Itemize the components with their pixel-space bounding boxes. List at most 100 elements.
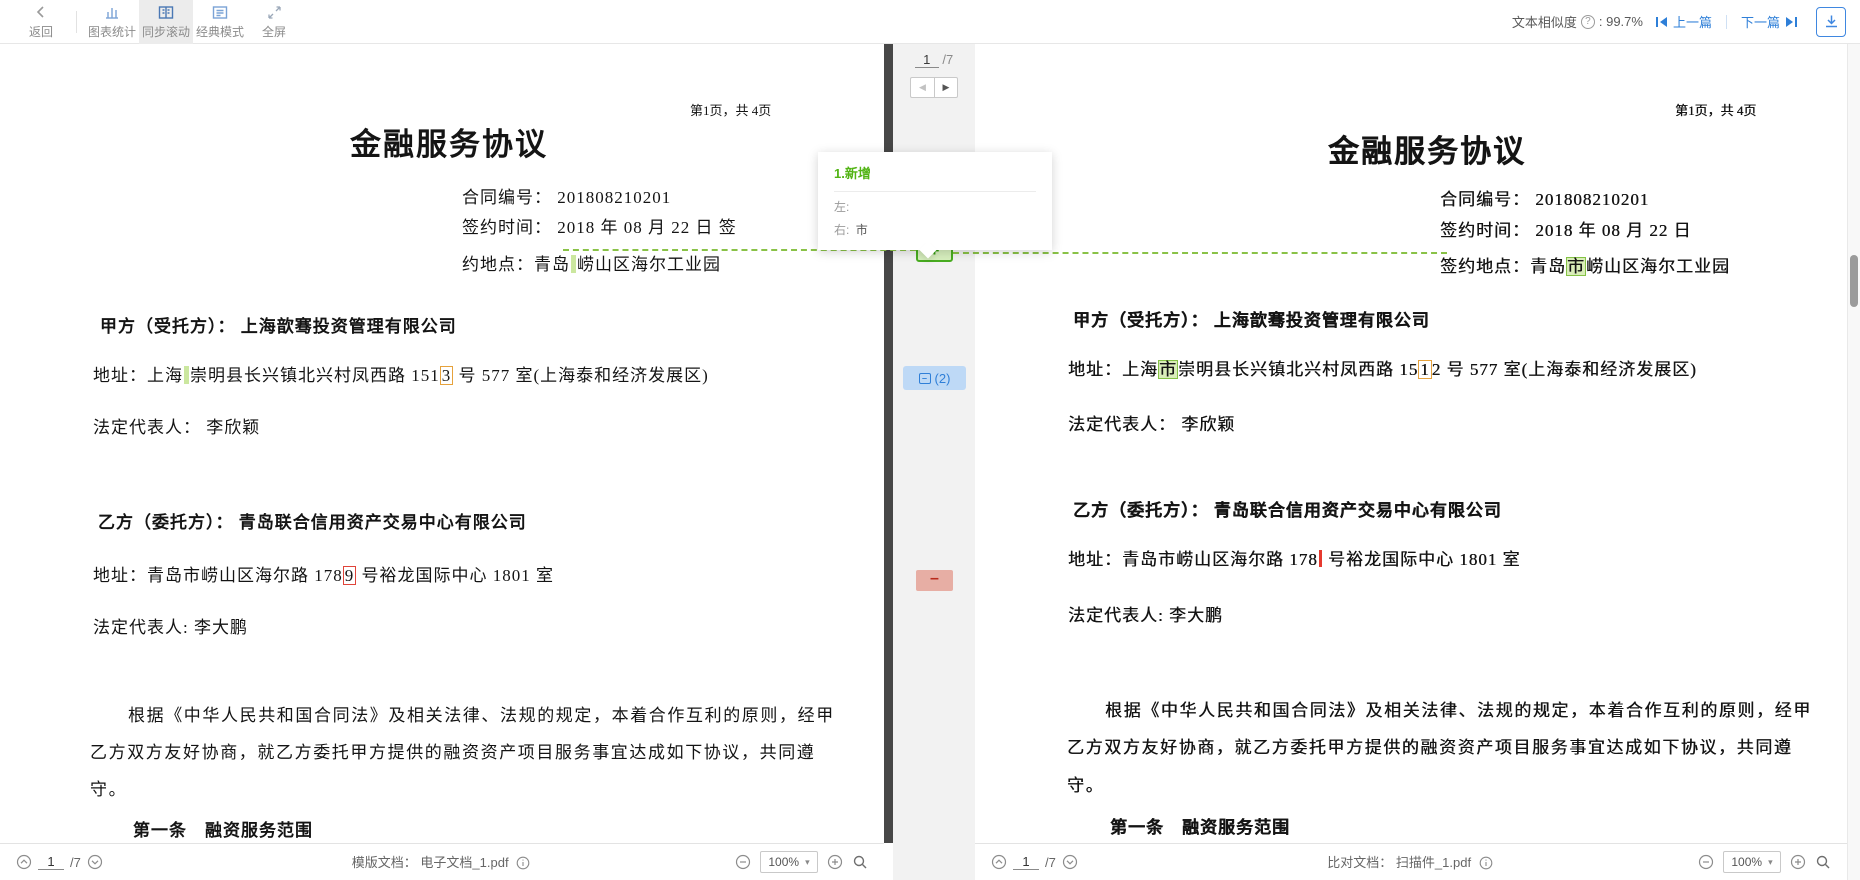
- left-legal-rep-b: 法定代表人: 李大鹏: [93, 613, 248, 638]
- page-down-icon[interactable]: [87, 854, 103, 870]
- right-legal-rep-b: 法定代表人: 李大鹏: [1068, 601, 1223, 626]
- window-scrollbar-thumb[interactable]: [1850, 255, 1858, 307]
- similarity-label: 文本相似度: [1512, 12, 1577, 31]
- left-contract-number: 合同编号： 201808210201: [462, 183, 671, 208]
- prev-doc-button[interactable]: 上一篇: [1655, 12, 1712, 31]
- skip-previous-icon: [1655, 16, 1668, 28]
- left-party-a: 甲方（受托方）： 上海歆骞投资管理有限公司: [100, 312, 457, 337]
- gutter-page-buttons: ◀ ▶: [910, 77, 958, 98]
- chevron-down-icon: ▾: [1768, 857, 1773, 868]
- magnifier-icon[interactable]: [1815, 854, 1831, 870]
- right-sign-date: 签约时间： 2018 年 08 月 22 日: [1440, 216, 1692, 241]
- page-down-icon[interactable]: [1062, 854, 1078, 870]
- right-page-info: 第1页，共 4页: [1675, 100, 1756, 119]
- toolbar-right-group: 文本相似度 ? : 99.7% 上一篇 下一篇: [1512, 7, 1846, 37]
- download-button[interactable]: [1816, 7, 1846, 37]
- modify-count: (2): [935, 371, 951, 386]
- modify-box-icon: –: [919, 373, 931, 384]
- help-question-icon[interactable]: ?: [1581, 15, 1595, 29]
- diff-delete-marker[interactable]: –: [916, 570, 953, 591]
- nav-separator: [1726, 15, 1727, 29]
- diff-tooltip-left-row: 左:: [834, 198, 1036, 215]
- similarity-indicator: 文本相似度 ? : 99.7%: [1512, 12, 1643, 31]
- bar-chart-icon: [104, 4, 120, 21]
- right-page-total: /7: [1045, 855, 1056, 870]
- diff-tooltip: 1.新增 左: 右: 市: [818, 152, 1052, 250]
- gutter-next-button[interactable]: ▶: [934, 77, 958, 98]
- chart-stats-button[interactable]: 图表统计: [85, 0, 139, 44]
- right-paragraph-line3: 守。: [1067, 771, 1104, 796]
- zoom-in-icon[interactable]: [827, 854, 843, 870]
- left-sign-date: 签约时间： 2018 年 08 月 22 日 签: [462, 213, 737, 238]
- skip-next-icon: [1785, 16, 1798, 28]
- right-address-a: 地址：上海市崇明县长兴镇北兴村凤西路 1512 号 577 室(上海泰和经济发展…: [1068, 355, 1697, 380]
- tooltip-right-label: 右:: [834, 223, 849, 237]
- right-party-a: 甲方（受托方）： 上海歆骞投资管理有限公司: [1073, 306, 1430, 331]
- gutter-page-input[interactable]: 1: [915, 52, 939, 68]
- left-address-b: 地址：青岛市崂山区海尔路 1789 号裕龙国际中心 1801 室: [93, 561, 554, 586]
- left-document-pane[interactable]: 第1页，共 4页 金融服务协议 合同编号： 201808210201 签约时间：…: [0, 44, 884, 843]
- left-section-heading: 第一条 融资服务范围: [133, 816, 313, 841]
- gutter-prev-button[interactable]: ◀: [910, 77, 934, 98]
- gutter-pager: 1 /7: [893, 52, 975, 68]
- list-mode-icon: [212, 4, 228, 21]
- sync-scroll-icon: [158, 4, 174, 21]
- left-paragraph-line1: 根据《中华人民共和国合同法》及相关法律、法规的规定，本着合作互利的原则，经甲: [128, 701, 835, 726]
- zoom-out-icon[interactable]: [1698, 854, 1714, 870]
- right-zoom-controls: 100% ▾: [1698, 851, 1831, 873]
- window-scrollbar[interactable]: [1847, 44, 1860, 880]
- compare-app: 返回 图表统计 同步滚动 经典模式: [0, 0, 1860, 880]
- tooltip-right-value: 市: [856, 223, 868, 237]
- right-doc-title: 金融服务协议: [1328, 126, 1526, 171]
- left-zoom-controls: 100% ▾: [735, 851, 868, 873]
- page-up-icon[interactable]: [16, 854, 32, 870]
- left-page-total: /7: [70, 855, 81, 870]
- zoom-in-icon[interactable]: [1790, 854, 1806, 870]
- classic-mode-label: 经典模式: [196, 23, 244, 40]
- next-doc-button[interactable]: 下一篇: [1741, 12, 1798, 31]
- chart-stats-label: 图表统计: [88, 23, 136, 40]
- diff-modify-marker[interactable]: – (2): [903, 366, 966, 390]
- right-address-b: 地址：青岛市崂山区海尔路 178 号裕龙国际中心 1801 室: [1068, 545, 1521, 570]
- toolbar-left-group: 返回 图表统计 同步滚动 经典模式: [14, 0, 301, 44]
- top-toolbar: 返回 图表统计 同步滚动 经典模式: [0, 0, 1860, 44]
- back-chevron-icon: [34, 4, 48, 21]
- diff-connector-line-right: [953, 252, 1447, 254]
- right-page-input[interactable]: 1: [1013, 854, 1039, 870]
- left-doc-file-name: 电子文档_1.pdf: [420, 855, 508, 870]
- right-party-b: 乙方（委托方）： 青岛联合信用资产交易中心有限公司: [1073, 496, 1502, 521]
- right-document-pane[interactable]: 第1页，共 4页 金融服务协议 合同编号： 201808210201 签约时间：…: [975, 44, 1847, 843]
- fullscreen-icon: [267, 4, 282, 21]
- back-button[interactable]: 返回: [14, 0, 68, 44]
- left-party-b: 乙方（委托方）： 青岛联合信用资产交易中心有限公司: [98, 508, 527, 533]
- fullscreen-label: 全屏: [262, 23, 286, 40]
- left-page-input[interactable]: 1: [38, 854, 64, 870]
- fullscreen-button[interactable]: 全屏: [247, 0, 301, 44]
- right-section-heading: 第一条 融资服务范围: [1110, 813, 1290, 838]
- gutter-page-total: /7: [942, 52, 953, 67]
- left-footer-bar: 1 /7 模版文档： 电子文档_1.pdf 100% ▾: [0, 843, 884, 880]
- left-sign-place: 约地点：青岛崂山区海尔工业园: [462, 250, 721, 275]
- right-paragraph-line1: 根据《中华人民共和国合同法》及相关法律、法规的规定，本着合作互利的原则，经甲: [1105, 696, 1812, 721]
- left-paragraph-line2: 乙方双方友好协商，就乙方委托甲方提供的融资资产项目服务事宜达成如下协议，共同遵: [90, 738, 815, 763]
- left-zoom-value: 100%: [768, 855, 799, 869]
- similarity-value: : 99.7%: [1599, 14, 1643, 29]
- right-contract-number: 合同编号： 201808210201: [1440, 185, 1649, 210]
- sync-scroll-button[interactable]: 同步滚动: [139, 0, 193, 44]
- magnifier-icon[interactable]: [852, 854, 868, 870]
- left-footer-pager: 1 /7: [16, 854, 103, 870]
- sync-scroll-label: 同步滚动: [142, 23, 190, 40]
- right-paragraph-line2: 乙方双方友好协商，就乙方委托甲方提供的融资资产项目服务事宜达成如下协议，共同遵: [1067, 733, 1792, 758]
- back-label: 返回: [29, 23, 53, 40]
- left-paragraph-line3: 守。: [90, 775, 127, 800]
- page-up-icon[interactable]: [991, 854, 1007, 870]
- left-zoom-select[interactable]: 100% ▾: [760, 851, 818, 873]
- tooltip-left-label: 左:: [834, 200, 849, 214]
- zoom-out-icon[interactable]: [735, 854, 751, 870]
- info-icon[interactable]: [516, 856, 532, 872]
- right-zoom-select[interactable]: 100% ▾: [1723, 851, 1781, 873]
- info-icon[interactable]: [1479, 856, 1495, 872]
- classic-mode-button[interactable]: 经典模式: [193, 0, 247, 44]
- right-footer-bar: 1 /7 比对文档： 扫描件_1.pdf 100% ▾: [975, 843, 1847, 880]
- chevron-down-icon: ▾: [805, 857, 810, 868]
